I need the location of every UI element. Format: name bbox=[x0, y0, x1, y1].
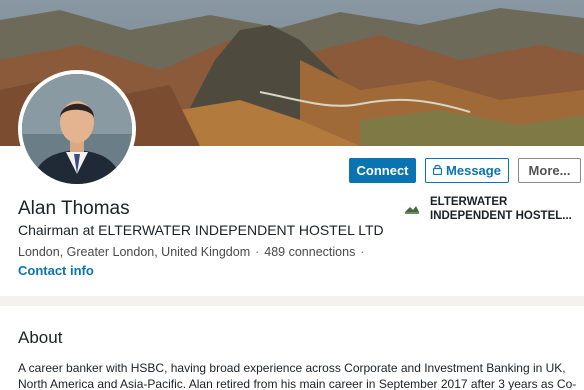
profile-headline: Chairman at ELTERWATER INDEPENDENT HOSTE… bbox=[18, 222, 384, 238]
about-text: A career banker with HSBC, having broad … bbox=[18, 361, 577, 390]
separator-dot-2: · bbox=[360, 245, 365, 259]
connect-button[interactable]: Connect bbox=[349, 158, 416, 183]
company-logo-icon bbox=[404, 203, 420, 215]
separator-dot: · bbox=[255, 245, 260, 259]
message-button[interactable]: Message bbox=[425, 158, 509, 183]
message-button-label: Message bbox=[446, 163, 501, 178]
connections-count[interactable]: 489 connections bbox=[264, 245, 355, 259]
more-button[interactable]: More... bbox=[518, 158, 581, 183]
contact-info-link[interactable]: Contact info bbox=[18, 263, 94, 278]
current-company[interactable]: ELTERWATER INDEPENDENT HOSTEL... bbox=[404, 195, 580, 223]
profile-location-line: London, Greater London, United Kingdom · 4… bbox=[18, 245, 370, 259]
profile-card: Connect Message More... Alan Thomas Chai… bbox=[0, 0, 584, 296]
profile-location: London, Greater London, United Kingdom bbox=[18, 245, 251, 259]
profile-actions: Connect Message More... bbox=[349, 158, 581, 183]
about-title: About bbox=[18, 328, 63, 347]
profile-name: Alan Thomas bbox=[18, 198, 130, 219]
about-section: About A career banker with HSBC, having … bbox=[0, 306, 584, 390]
profile-avatar[interactable] bbox=[18, 70, 136, 188]
lock-icon bbox=[432, 164, 443, 177]
company-name: ELTERWATER INDEPENDENT HOSTEL... bbox=[430, 196, 572, 222]
